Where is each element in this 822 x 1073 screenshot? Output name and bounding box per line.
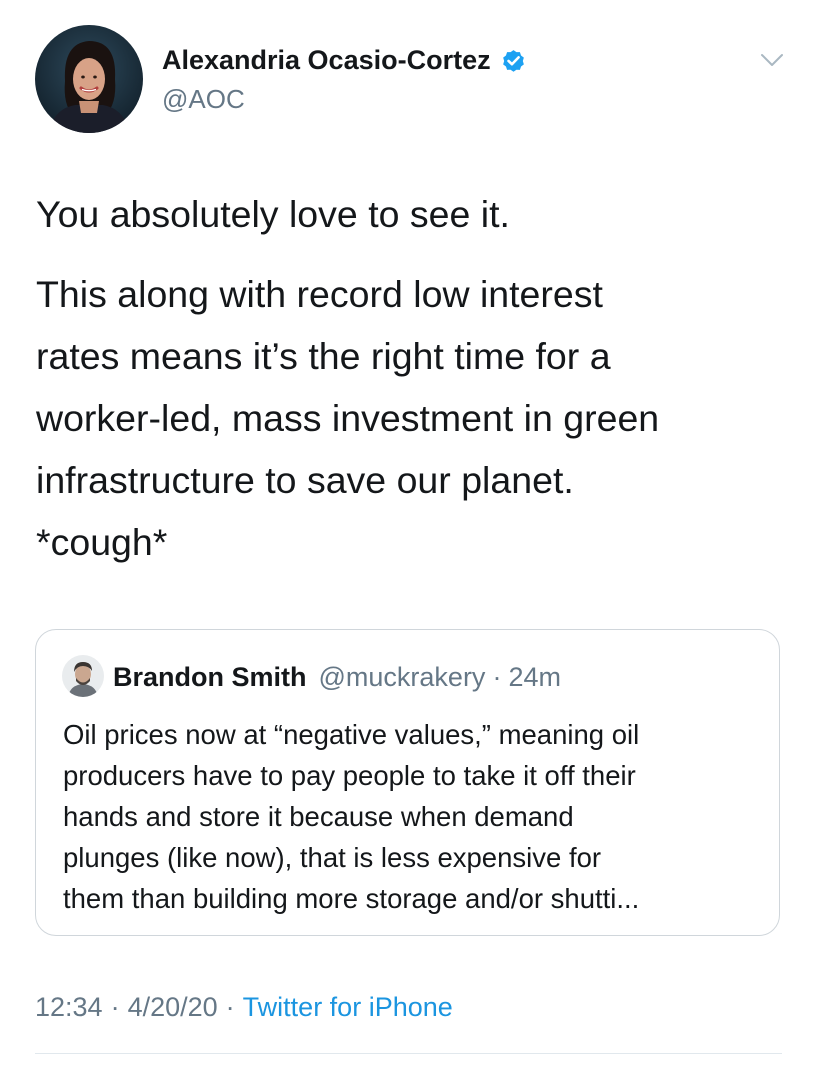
tweet-text-line: worker-led, mass investment in green <box>36 397 660 439</box>
quoted-author-handle[interactable]: @muckrakery <box>319 662 486 693</box>
quoted-tweet-header: Brandon Smith @muckrakery · 24m <box>113 659 561 695</box>
separator-dot: · <box>225 991 235 1022</box>
quoted-tweet-text: Oil prices now at “negative values,” mea… <box>63 714 773 919</box>
tweet-source-link[interactable]: Twitter for iPhone <box>243 992 453 1023</box>
quoted-tweet-time[interactable]: 24m <box>508 662 561 693</box>
quoted-author-name[interactable]: Brandon Smith <box>113 662 307 693</box>
tweet-paragraph: You absolutely love to see it. <box>36 183 796 245</box>
tweet-text-line: infrastructure to save our planet. <box>36 459 574 501</box>
author-handle[interactable]: @AOC <box>162 84 245 115</box>
tweet-date: 4/20/20 <box>127 991 218 1022</box>
quoted-text-line: Oil prices now at “negative values,” mea… <box>63 719 640 750</box>
tweet-text: You absolutely love to see it. This alon… <box>36 183 796 573</box>
tweet-paragraph: This along with record low interest rate… <box>36 263 796 573</box>
avatar-photo <box>35 25 143 133</box>
quoted-text-line: them than building more storage and/or s… <box>63 883 640 914</box>
author-avatar[interactable] <box>35 25 143 133</box>
tweet-text-line: rates means it’s the right time for a <box>36 335 611 377</box>
verified-badge-icon <box>502 49 524 72</box>
tweet-meta: 12:34 · 4/20/20 · Twitter for iPhone <box>35 988 453 1026</box>
quoted-text-line: producers have to pay people to take it … <box>63 760 636 791</box>
quoted-text-line: plunges (like now), that is less expensi… <box>63 842 602 873</box>
quoted-avatar-photo <box>62 655 104 697</box>
quoted-tweet-card[interactable]: Brandon Smith @muckrakery · 24m Oil pric… <box>35 629 780 936</box>
separator-dot: · <box>492 661 502 692</box>
tweet-text-line: You absolutely love to see it. <box>36 193 510 235</box>
tweet-time: 12:34 <box>35 991 103 1022</box>
tweet-text-line: *cough* <box>36 521 168 563</box>
quoted-text-line: hands and store it because when demand <box>63 801 574 832</box>
author-name-row[interactable]: Alexandria Ocasio-Cortez <box>162 42 527 78</box>
quoted-author-avatar[interactable] <box>62 655 104 697</box>
divider <box>35 1053 782 1054</box>
author-display-name[interactable]: Alexandria Ocasio-Cortez <box>162 45 491 76</box>
separator-dot: · <box>110 991 120 1022</box>
chevron-down-icon[interactable] <box>759 51 785 69</box>
tweet-text-line: This along with record low interest <box>36 273 603 315</box>
